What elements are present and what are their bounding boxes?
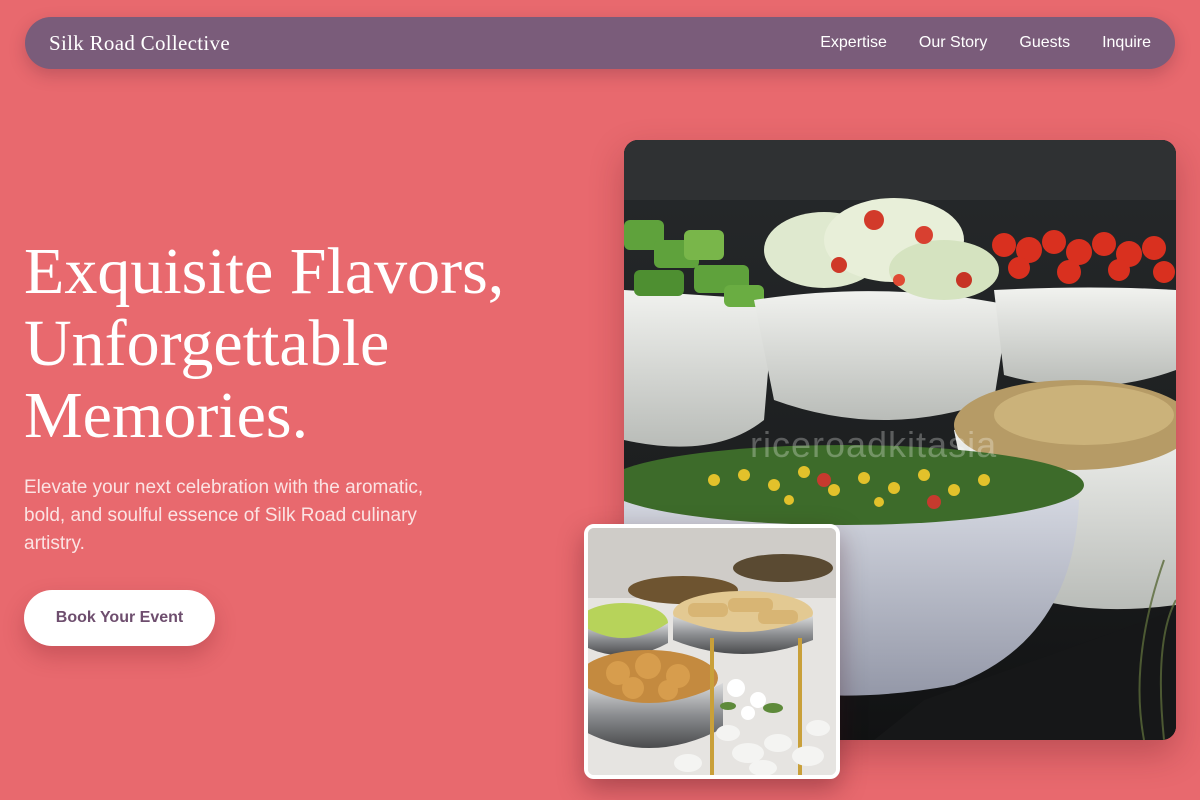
photo-watermark: riceroadkitasia	[750, 424, 998, 465]
headline-line-3: Memories.	[24, 379, 309, 452]
nav-link-guests[interactable]: Guests	[1019, 34, 1070, 52]
nav-link-inquire[interactable]: Inquire	[1102, 34, 1151, 52]
chafing-dishes-photo	[584, 524, 840, 779]
hero-subtitle: Elevate your next celebration with the a…	[24, 477, 424, 554]
hero-headline: Exquisite Flavors, Unforgettable Memorie…	[24, 236, 604, 452]
book-event-button[interactable]: Book Your Event	[24, 590, 215, 646]
chafing-dishes-illustration	[588, 528, 836, 775]
nav-links: Expertise Our Story Guests Inquire	[820, 34, 1151, 52]
nav-link-our-story[interactable]: Our Story	[919, 34, 987, 52]
nav-link-expertise[interactable]: Expertise	[820, 34, 887, 52]
headline-line-1: Exquisite Flavors,	[24, 235, 505, 308]
headline-line-2: Unforgettable	[24, 307, 390, 380]
brand-logo[interactable]: Silk Road Collective	[49, 31, 230, 56]
top-navigation: Silk Road Collective Expertise Our Story…	[25, 17, 1175, 69]
